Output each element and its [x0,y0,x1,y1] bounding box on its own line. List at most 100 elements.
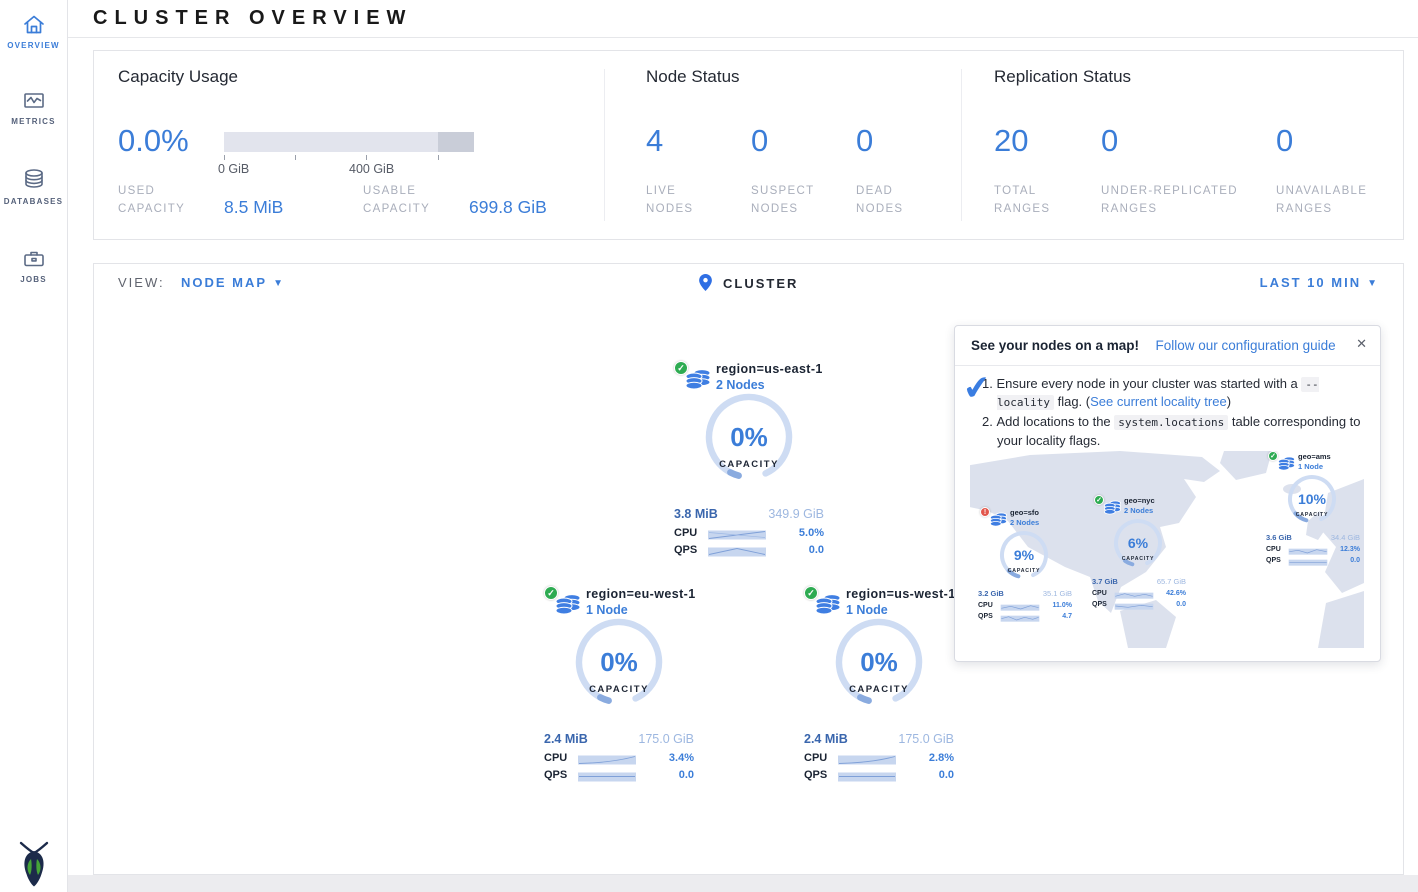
used-value: 3.7 GiB [1092,577,1118,586]
sidebar-item-overview[interactable]: OVERVIEW [0,12,67,50]
example-node-map-image: ! geo=sfo 2 Nodes 9% CAPACITY 3.2 GiB [970,451,1364,648]
cpu-sparkline [1288,547,1328,555]
mini-node-card-ams: ✓ geo=ams 1 Node 10% CAPACITY 3.6 GiB [1262,451,1362,569]
sidebar-item-label: METRICS [0,117,67,126]
suspect-nodes-label: SUSPECT NODES [751,183,826,219]
used-value: 2.4 MiB [804,732,848,746]
qps-row: QPS 0.0 [1092,601,1186,610]
capacity-range: 2.4 MiB 175.0 GiB [804,732,954,746]
cpu-row: CPU 3.4% [544,752,694,765]
node-status-title: Node Status [646,67,740,87]
under-replicated-ranges-value: 0 [1101,123,1118,159]
popup-title: See your nodes on a map! [971,338,1139,353]
cpu-row: CPU 42.6% [1092,590,1186,599]
qps-row: QPS 0.0 [1266,557,1360,566]
close-icon[interactable]: ✕ [1356,336,1367,352]
region-name: region=us-west-1 [846,587,956,601]
cockroachdb-logo [13,838,55,892]
suspect-nodes-value: 0 [751,123,768,159]
cluster-overview-page: OVERVIEW METRICS DATABASES [0,0,1418,892]
qps-row: QPS 0.0 [544,769,694,782]
qps-label: QPS [1266,557,1281,564]
cpu-value: 42.6% [1166,590,1186,597]
cpu-row: CPU 11.0% [978,602,1072,611]
capacity-label: CAPACITY [719,459,779,470]
tick-mark [438,155,439,160]
capacity-range: 3.8 MiB 349.9 GiB [674,507,824,521]
metrics-icon [0,88,67,114]
qps-value: 0.0 [1176,601,1186,608]
qps-label: QPS [674,544,697,556]
total-value: 35.1 GiB [1043,589,1072,598]
sidebar: OVERVIEW METRICS DATABASES [0,0,68,892]
capacity-bar [224,132,474,152]
qps-value: 0.0 [809,544,824,556]
tick-label-400: 400 GiB [349,162,394,176]
step-text: Add locations to the [996,414,1114,429]
tick-label-0: 0 GiB [218,162,249,176]
step-done-check-icon: ✔ [961,367,993,409]
cpu-sparkline [578,753,636,765]
node-card-us-east-1[interactable]: ✓ region=us-east-1 2 Nodes 0% CAPACITY 3… [664,361,834,561]
qps-row: QPS 0.0 [674,544,824,557]
used-value: 3.6 GiB [1266,533,1292,542]
sidebar-item-label: OVERVIEW [0,41,67,50]
time-range-dropdown[interactable]: LAST 10 MIN▼ [1260,275,1379,290]
cpu-sparkline [1114,591,1154,599]
qps-label: QPS [544,769,567,781]
replication-status-title: Replication Status [994,67,1131,87]
region-name: region=us-east-1 [716,362,823,376]
capacity-label: CAPACITY [1008,568,1041,574]
capacity-percent: 10% [1298,491,1327,507]
tick-mark [224,155,225,160]
step-text: Ensure every node in your cluster was st… [996,376,1301,391]
qps-value: 4.7 [1062,613,1072,620]
used-capacity-label: USED CAPACITY [118,183,203,219]
capacity-gauge: 0% CAPACITY [694,387,804,497]
sidebar-item-metrics[interactable]: METRICS [0,88,67,126]
qps-sparkline [578,770,636,782]
configuration-guide-link[interactable]: Follow our configuration guide [1156,338,1336,353]
qps-sparkline [1288,558,1328,566]
cpu-label: CPU [978,602,993,609]
tick-mark [366,155,367,160]
capacity-label: CAPACITY [849,684,909,695]
locality-tree-link[interactable]: See current locality tree [1090,394,1227,409]
sidebar-item-jobs[interactable]: JOBS [0,246,67,284]
node-count: 1 Node [1298,462,1323,471]
system-locations-code: system.locations [1114,415,1228,430]
dead-nodes-value: 0 [856,123,873,159]
dead-nodes-label: DEAD NODES [856,183,931,219]
map-breadcrumb[interactable]: CLUSTER [94,274,1403,293]
cpu-value: 3.4% [669,752,694,764]
total-value: 175.0 GiB [898,732,954,746]
view-bar: VIEW: NODE MAP▼ CLUSTER LAST 10 MIN▼ [93,263,1404,300]
cpu-label: CPU [1092,590,1107,597]
cpu-sparkline [838,753,896,765]
mini-node-card-sfo: ! geo=sfo 2 Nodes 9% CAPACITY 3.2 GiB [974,507,1074,625]
cpu-value: 5.0% [799,527,824,539]
node-card-eu-west-1[interactable]: ✓ region=eu-west-1 1 Node 0% CAPACITY 2.… [534,586,704,786]
used-value: 2.4 MiB [544,732,588,746]
region-name: geo=nyc [1124,496,1155,505]
summary-panel: Capacity Usage 0.0% 0 GiB 400 GiB USED C… [93,50,1404,240]
step-text: ) [1227,394,1231,409]
page-title: CLUSTER OVERVIEW [93,7,412,30]
qps-label: QPS [1092,601,1107,608]
cpu-value: 2.8% [929,752,954,764]
unavailable-ranges-value: 0 [1276,123,1293,159]
capacity-label: CAPACITY [589,684,649,695]
capacity-percent: 0% [600,647,638,677]
live-nodes-value: 4 [646,123,663,159]
tick-mark [295,155,296,160]
node-card-us-west-1[interactable]: ✓ region=us-west-1 1 Node 0% CAPACITY 2.… [794,586,964,786]
cpu-label: CPU [544,752,567,764]
total-ranges-value: 20 [994,123,1028,159]
total-value: 34.4 GiB [1331,533,1360,542]
qps-sparkline [838,770,896,782]
sidebar-item-databases[interactable]: DATABASES [0,166,67,206]
region-name: geo=sfo [1010,508,1039,517]
cpu-value: 12.3% [1340,546,1360,553]
mini-node-card-nyc: ✓ geo=nyc 2 Nodes 6% CAPACITY 3.7 GiB [1088,495,1188,613]
divider [604,69,605,221]
